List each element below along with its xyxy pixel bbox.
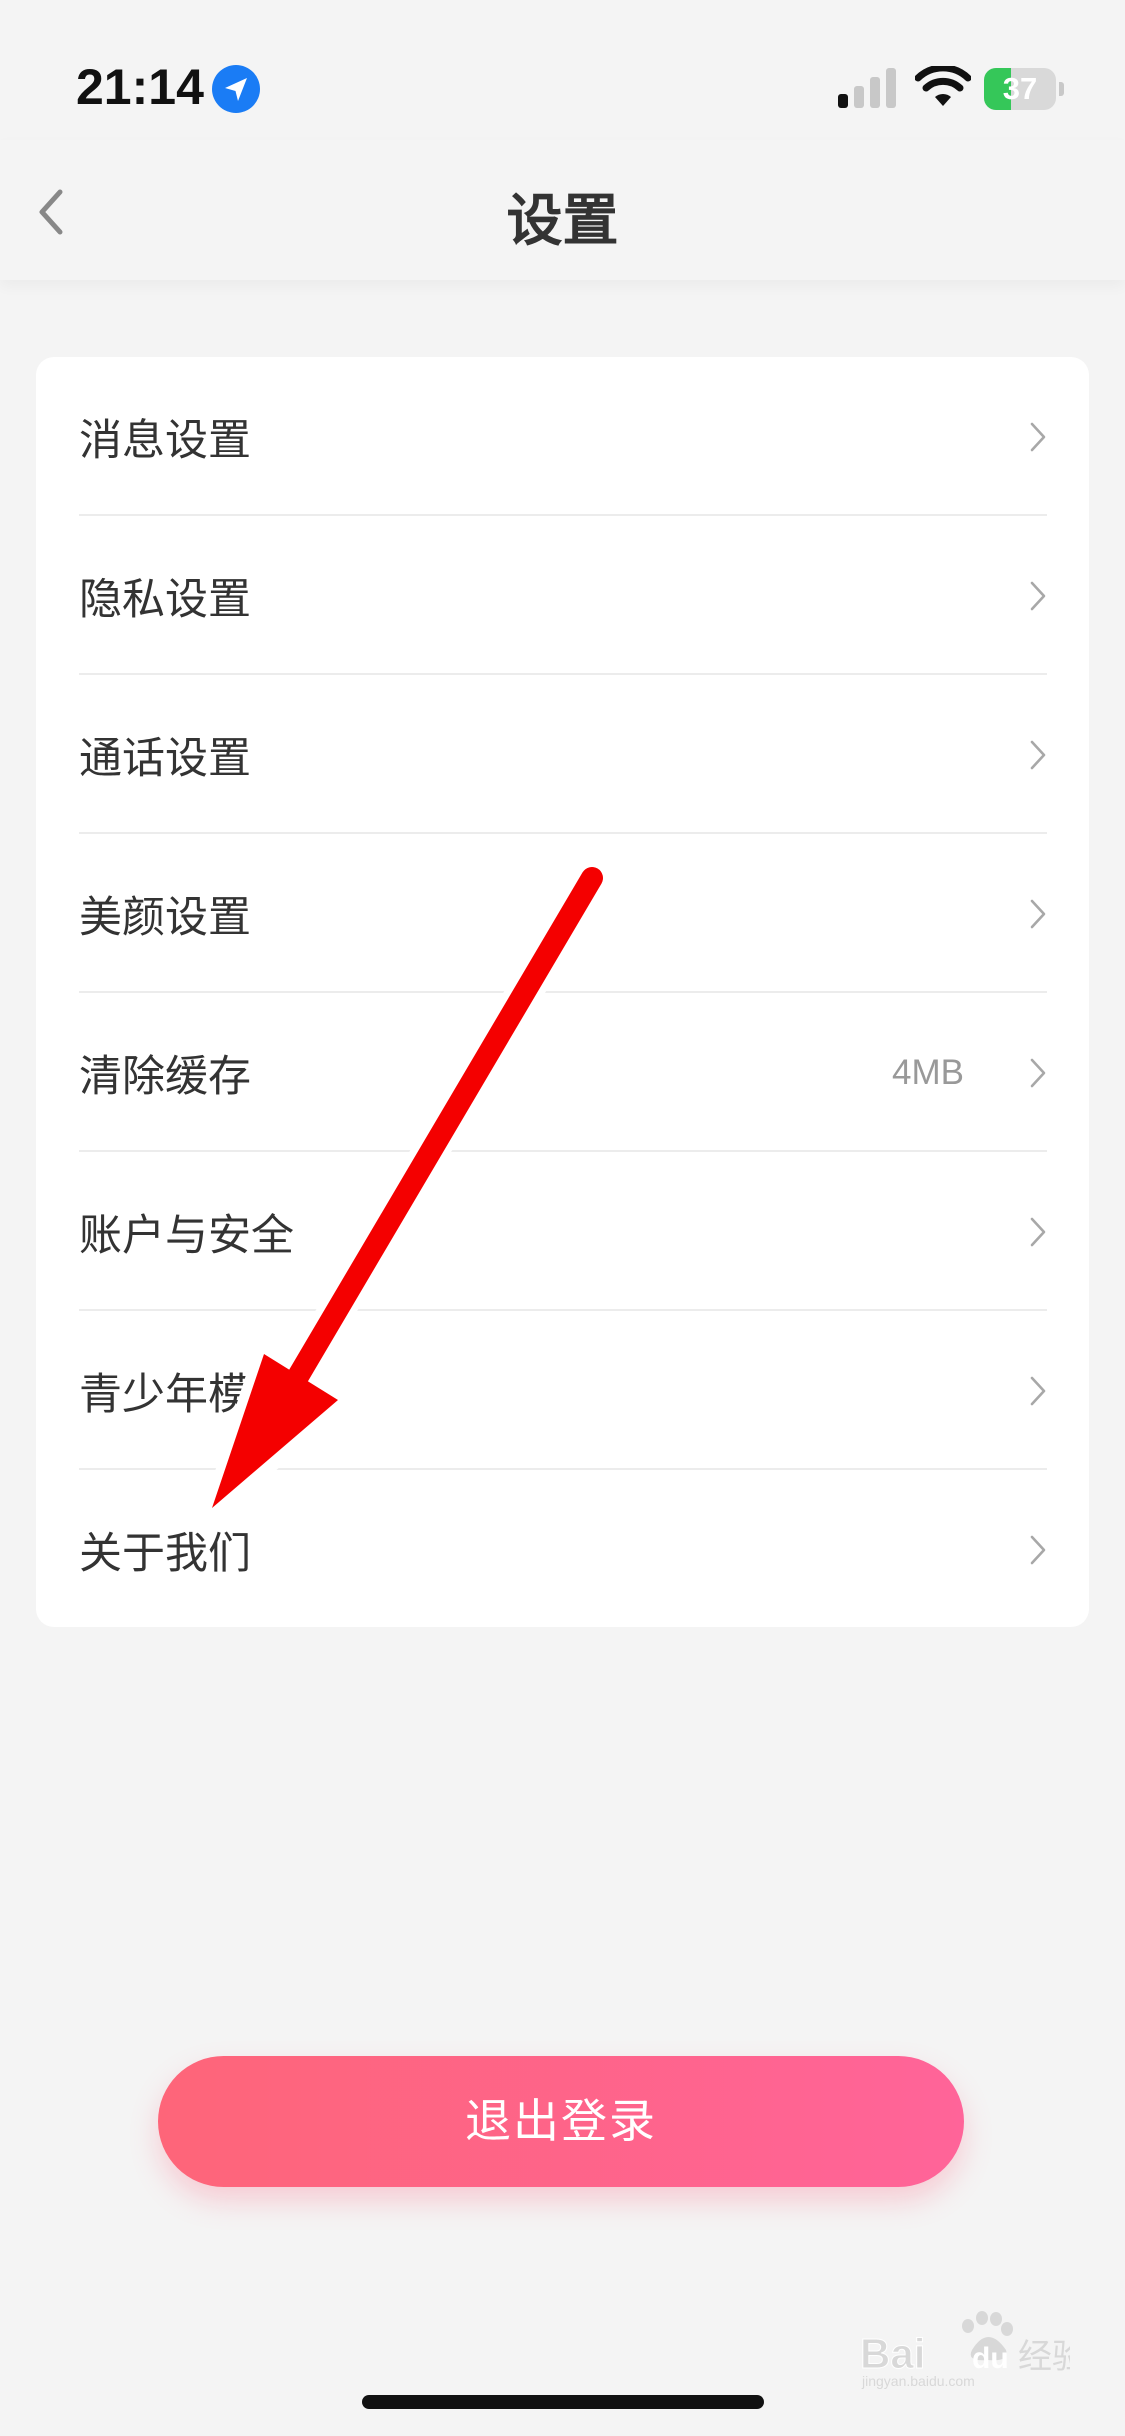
- battery-icon: 37: [984, 68, 1064, 110]
- settings-item-label: 隐私设置: [79, 574, 251, 625]
- chevron-right-icon: [1030, 422, 1046, 451]
- logout-button[interactable]: 退出登录: [158, 2056, 964, 2187]
- battery-percent: 37: [1002, 71, 1038, 106]
- settings-item-label: 消息设置: [79, 415, 251, 466]
- settings-item-account-security[interactable]: 账户与安全: [36, 1152, 1089, 1311]
- wifi-icon: [915, 66, 971, 106]
- svg-text:Bai: Bai: [860, 2330, 925, 2377]
- settings-item-call[interactable]: 通话设置: [36, 675, 1089, 834]
- settings-item-teen-mode[interactable]: 青少年模式: [36, 1311, 1089, 1470]
- settings-item-beauty[interactable]: 美颜设置: [36, 834, 1089, 993]
- status-time: 21:14: [76, 59, 204, 115]
- cellular-signal-icon: [838, 68, 896, 108]
- settings-item-label: 关于我们: [79, 1528, 251, 1579]
- settings-item-about-us[interactable]: 关于我们: [36, 1470, 1089, 1629]
- settings-item-label: 美颜设置: [79, 892, 251, 943]
- baidu-watermark-logo: Bai du 经验 jingyan.baidu.com: [860, 2311, 1070, 2389]
- chevron-right-icon: [1030, 581, 1046, 610]
- status-bar: 21:14 37: [0, 0, 1125, 140]
- settings-item-label: 通话设置: [79, 733, 251, 784]
- svg-text:jingyan.baidu.com: jingyan.baidu.com: [861, 2373, 975, 2389]
- home-indicator[interactable]: [362, 2395, 764, 2409]
- settings-item-privacy[interactable]: 隐私设置: [36, 516, 1089, 675]
- chevron-right-icon: [1030, 740, 1046, 769]
- settings-item-label: 账户与安全: [79, 1210, 294, 1261]
- location-arrow-icon: [212, 65, 260, 113]
- svg-text:经验: 经验: [1018, 2337, 1070, 2377]
- chevron-right-icon: [1030, 1535, 1046, 1564]
- battery-body: 37: [984, 68, 1056, 110]
- chevron-right-icon: [1030, 1217, 1046, 1246]
- settings-list: 消息设置 隐私设置 通话设置 美颜设置 清除缓存 4MB 账户与安全 青少年模式…: [36, 357, 1089, 1627]
- chevron-right-icon: [1030, 1376, 1046, 1405]
- battery-tip: [1059, 82, 1064, 96]
- chevron-right-icon: [1030, 1058, 1046, 1087]
- settings-item-clear-cache[interactable]: 清除缓存 4MB: [36, 993, 1089, 1152]
- settings-item-message[interactable]: 消息设置: [36, 357, 1089, 516]
- svg-text:du: du: [972, 2342, 1009, 2375]
- nav-bar: 设置: [0, 140, 1125, 280]
- settings-item-label: 青少年模式: [79, 1369, 294, 1420]
- chevron-right-icon: [1030, 899, 1046, 928]
- cache-size-value: 4MB: [892, 1052, 964, 1092]
- page-title: 设置: [506, 189, 619, 254]
- settings-item-label: 清除缓存: [79, 1051, 251, 1102]
